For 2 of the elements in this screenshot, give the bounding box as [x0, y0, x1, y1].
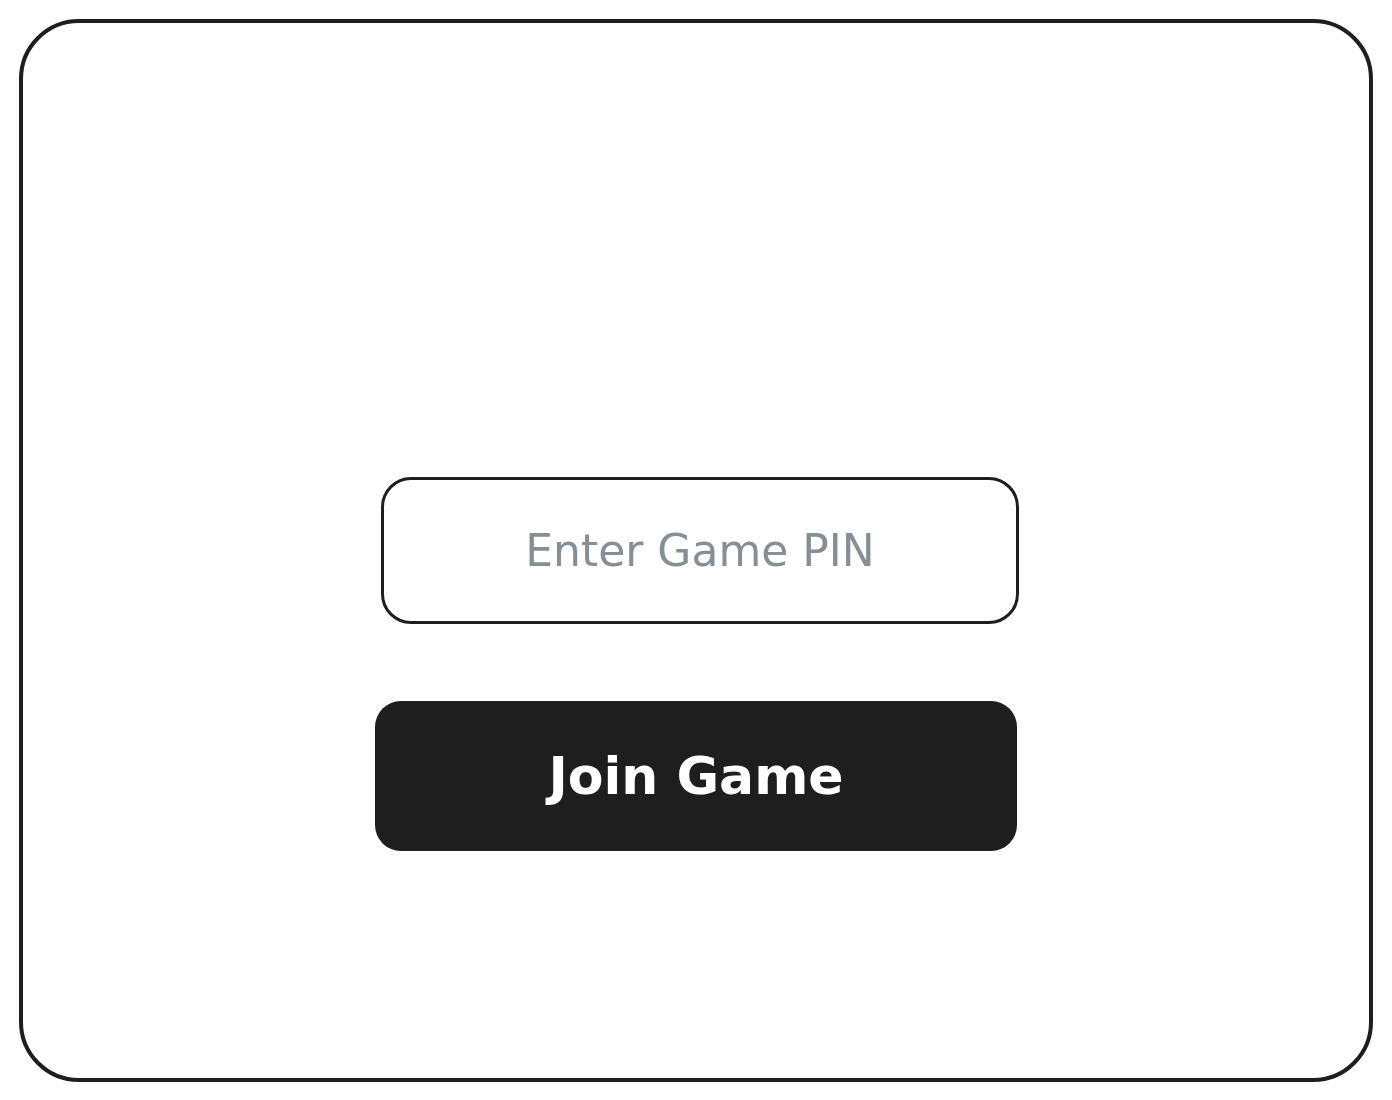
pin-input-field[interactable]: Enter Game PIN	[381, 477, 1019, 624]
join-game-button[interactable]: Join Game	[375, 701, 1017, 851]
